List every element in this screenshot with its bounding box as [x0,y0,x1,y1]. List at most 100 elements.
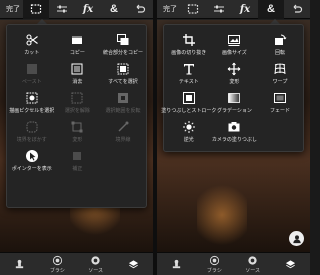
copy-icon [70,33,84,47]
backlight-icon [182,120,196,134]
right_menu-item[interactable]: テキスト [166,58,212,87]
copy-merged-icon [116,33,130,47]
top-toolbar: 完了 fx & [0,0,153,19]
effects-icon[interactable]: fx [75,0,101,19]
layers-icon[interactable] [115,253,153,275]
right_menu-item-label: 画像サイズ [221,50,247,56]
undo-icon[interactable] [127,0,153,19]
left_menu-item[interactable]: 変形 [55,116,101,145]
right_menu-item[interactable]: 逆光 [166,116,212,145]
source-icon [91,255,100,265]
right_menu-item[interactable]: 画像サイズ [212,29,258,58]
left_menu-item-label: ポインターを表示 [11,166,52,172]
right_menu-item[interactable]: カメラの塗りつぶし [212,116,258,145]
avatar[interactable] [289,231,304,246]
brush-tool[interactable]: ブラシ [195,253,233,275]
left_menu-item[interactable]: 消去 [55,58,101,87]
left_menu-item[interactable]: ポインターを表示 [9,145,55,174]
warp-icon [273,62,287,76]
selection-tool-icon[interactable] [180,0,206,19]
source-tool[interactable]: ソース [234,253,272,275]
left_menu-item[interactable]: 選択を解除 [55,87,101,116]
left_menu-item-label: 選択を解除 [64,108,90,114]
right_menu-item-label: テキスト [178,79,199,85]
left_menu-item[interactable]: コピー [55,29,101,58]
move-icon [227,62,241,76]
right_menu-item-label: カメラの塗りつぶし [211,137,257,143]
brush-icon [209,255,219,265]
ampersand-icon[interactable]: & [101,0,127,19]
right_menu-item-label: ワープ [272,79,288,85]
right_menu-item[interactable]: 画像の切り抜き [166,29,212,58]
stamp-tool-icon[interactable] [157,253,195,275]
image-size-icon [227,33,241,47]
paste-icon [25,62,39,76]
done-button[interactable]: 完了 [160,0,180,19]
select-pixels-icon [25,91,39,105]
left_menu-item-label: 選択範囲を反転 [105,108,141,114]
edge-icon [116,120,130,134]
right_menu-item[interactable]: フェード [257,87,303,116]
left_menu-item[interactable]: カット [9,29,55,58]
crop-icon [182,33,196,47]
left_menu-item-label: 統合部分をコピー [102,50,143,56]
right_menu-item-label: 逆光 [183,137,194,143]
scissors-icon [25,33,39,47]
refine-icon [70,149,84,163]
fill-stroke-icon [182,91,196,105]
selection-tool-icon[interactable] [23,0,49,19]
stamp-tool-icon[interactable] [0,253,38,275]
right_menu-item-label: 変形 [229,79,240,85]
top-toolbar: 完了 fx & [157,0,310,19]
left_menu-item-label: カット [24,50,40,56]
right_menu-item-label: 画像の切り抜き [171,50,207,56]
left_menu-item-label: コピー [69,50,85,56]
right_menu-item[interactable]: グラデーション [212,87,258,116]
clear-icon [70,62,84,76]
right_menu-item[interactable]: 塗りつぶしとストローク [161,87,216,116]
right_menu-item[interactable]: 回転 [257,29,303,58]
left_menu-item[interactable]: 統合部分をコピー [100,29,146,58]
ampersand-icon[interactable]: & [258,0,284,19]
left_menu-item[interactable]: 境界をぼかす [9,116,55,145]
transform-icon [70,120,84,134]
source-tool[interactable]: ソース [77,253,115,275]
left_menu-item-label: 補正 [72,166,83,172]
left_menu-item-label: 境界をぼかす [16,137,47,143]
left_menu-item[interactable]: すべてを選択 [100,58,146,87]
right_menu-item-label: フェード [269,108,290,114]
left_menu-item-label: ペースト [21,79,42,85]
image-edit-menu: 画像の切り抜き 画像サイズ 回転テキスト 変形 ワープ塗りつぶしとストローク グラデーショ… [161,24,304,152]
select-all-icon [116,62,130,76]
left_menu-item[interactable]: 補正 [55,145,101,174]
adjust-sliders-icon[interactable] [49,0,75,19]
bottom-toolbar: ブラシ ソース [157,252,310,275]
right_menu-item-label: グラデーション [216,108,252,114]
undo-icon[interactable] [284,0,310,19]
selection-menu: カット コピー 統合部分をコピーペースト 消去 すべてを選択描画ピクセルを選択 選択を解除… [6,24,147,208]
adjust-sliders-icon[interactable] [206,0,232,19]
right_menu-item[interactable]: ワープ [257,58,303,87]
source-label: ソース [245,267,260,274]
feather-icon [25,120,39,134]
done-button[interactable]: 完了 [3,0,23,19]
left_menu-item-label: 描画ピクセルを選択 [9,108,55,114]
left_menu-item[interactable]: 境界線 [100,116,146,145]
left_menu-item[interactable]: 選択範囲を反転 [100,87,146,116]
source-label: ソース [88,267,103,274]
brush-tool[interactable]: ブラシ [38,253,76,275]
left_menu-item[interactable]: 描画ピクセルを選択 [9,87,55,116]
right-screen: 完了 fx & 画像の切り抜き 画像サイズ 回転テキスト 変形 ワープ塗りつぶしとストロ… [157,0,310,275]
deselect-icon [70,91,84,105]
effects-icon[interactable]: fx [232,0,258,19]
layers-icon[interactable] [272,253,310,275]
left_menu-item-label: 変形 [72,137,83,143]
pointer-icon [25,149,39,163]
right_menu-item[interactable]: 変形 [212,58,258,87]
left_menu-item-label: 消去 [72,79,83,85]
brush-label: ブラシ [49,267,65,274]
left_menu-item[interactable]: ペースト [9,58,55,87]
text-icon [182,62,196,76]
source-icon [248,255,257,265]
brush-icon [52,255,62,265]
